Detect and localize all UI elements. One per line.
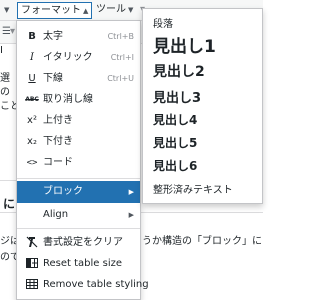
menu-item-label: 上付き (43, 115, 73, 126)
menu-item-reset-table-size[interactable]: Reset table size (17, 254, 140, 274)
block-option-preformatted[interactable]: 整形済みテキスト (153, 181, 233, 196)
menu-item-label: 取り消し線 (43, 94, 93, 105)
chevron-right-icon: ▶ (128, 188, 134, 196)
block-option-heading-4[interactable]: 見出し4 (153, 111, 197, 128)
menu-item-label: 書式設定をクリア (43, 237, 123, 248)
menu-item-superscript[interactable]: x² 上付き (17, 111, 140, 131)
menu-item-clear-formatting[interactable]: 書式設定をクリア (17, 233, 140, 253)
clear-formatting-icon (25, 233, 39, 253)
editor-divider (0, 180, 16, 181)
code-icon: <> (26, 158, 38, 168)
menu-item-blocks[interactable]: ブロック ▶ (17, 181, 140, 203)
chevron-right-icon: ▶ (128, 211, 134, 219)
menu-item-label: 下線 (43, 73, 63, 84)
menu-item-subscript[interactable]: x₂ 下付き (17, 132, 140, 152)
format-dropdown-menu: B 太字 Ctrl+B I イタリック Ctrl+I U 下線 Ctrl+U A… (16, 20, 149, 300)
menu-item-remove-table-styling[interactable]: Remove table styling (17, 275, 149, 295)
block-option-heading-3[interactable]: 見出し3 (153, 87, 201, 106)
menu-item-underline[interactable]: U 下線 Ctrl+U (17, 69, 140, 89)
menu-separator (17, 178, 140, 179)
menu-separator (17, 228, 140, 229)
chevron-up-icon: ▲ (83, 7, 89, 15)
menu-item-label: Remove table styling (43, 279, 149, 290)
chevron-down-icon: ▼ (128, 6, 134, 14)
strikethrough-icon: ABC (25, 96, 39, 103)
bold-icon: B (28, 31, 36, 42)
blocks-submenu: 段落 見出し1 見出し2 見出し3 見出し4 見出し5 見出し6 整形済みテキス… (142, 8, 263, 204)
menu-item-italic[interactable]: I イタリック Ctrl+I (17, 48, 140, 68)
editor-text-fragment: の (0, 87, 10, 98)
tools-menu-label: ツール (96, 4, 126, 15)
menu-item-label: Reset table size (43, 258, 123, 269)
chevron-down-icon[interactable]: ▾ (10, 21, 15, 43)
block-option-heading-1[interactable]: 見出し1 (153, 32, 216, 57)
shortcut-text: Ctrl+I (110, 53, 134, 62)
superscript-icon: x² (27, 115, 37, 126)
menu-item-code[interactable]: <> コード (17, 153, 140, 173)
editor-text-fragment: 選 (0, 73, 10, 84)
block-option-heading-2[interactable]: 見出し2 (153, 61, 205, 81)
italic-icon: I (30, 52, 34, 63)
table-icon (25, 275, 39, 295)
tools-menu-button[interactable]: ツール ▼ (96, 2, 133, 18)
block-option-paragraph[interactable]: 段落 (153, 15, 173, 30)
editor-heading-fragment: に (3, 197, 16, 211)
chevron-down-icon: ▼ (4, 6, 10, 14)
editor-divider (0, 212, 16, 213)
editor-text-fragment: I (0, 45, 3, 56)
table-resize-icon (25, 254, 39, 274)
editor-divider (141, 212, 263, 213)
menu-item-strikethrough[interactable]: ABC 取り消し線 (17, 90, 140, 110)
shortcut-text: Ctrl+B (107, 32, 134, 41)
menu-item-label: ブロック (43, 186, 83, 197)
underline-icon: U (28, 73, 36, 84)
block-option-heading-5[interactable]: 見出し5 (153, 134, 197, 151)
format-menu-label: フォーマット (21, 5, 81, 16)
menu-item-align[interactable]: Align ▶ (17, 205, 140, 225)
block-option-heading-6[interactable]: 見出し6 (153, 157, 197, 174)
menu-item-label: コード (43, 157, 73, 168)
subscript-icon: x₂ (27, 136, 37, 147)
shortcut-text: Ctrl+U (107, 74, 134, 83)
menu-item-label: 下付き (43, 136, 73, 147)
menu-item-bold[interactable]: B 太字 Ctrl+B (17, 27, 140, 47)
menu-item-label: 太字 (43, 31, 63, 42)
menu-item-label: イタリック (43, 52, 93, 63)
editor-text-fragment: うか構造の「ブロック」に (142, 236, 262, 247)
format-menu-button[interactable]: フォーマット ▲ (17, 2, 93, 19)
edit-menu-fragment[interactable]: ▼ (2, 2, 9, 18)
menu-item-label: Align (43, 209, 69, 220)
